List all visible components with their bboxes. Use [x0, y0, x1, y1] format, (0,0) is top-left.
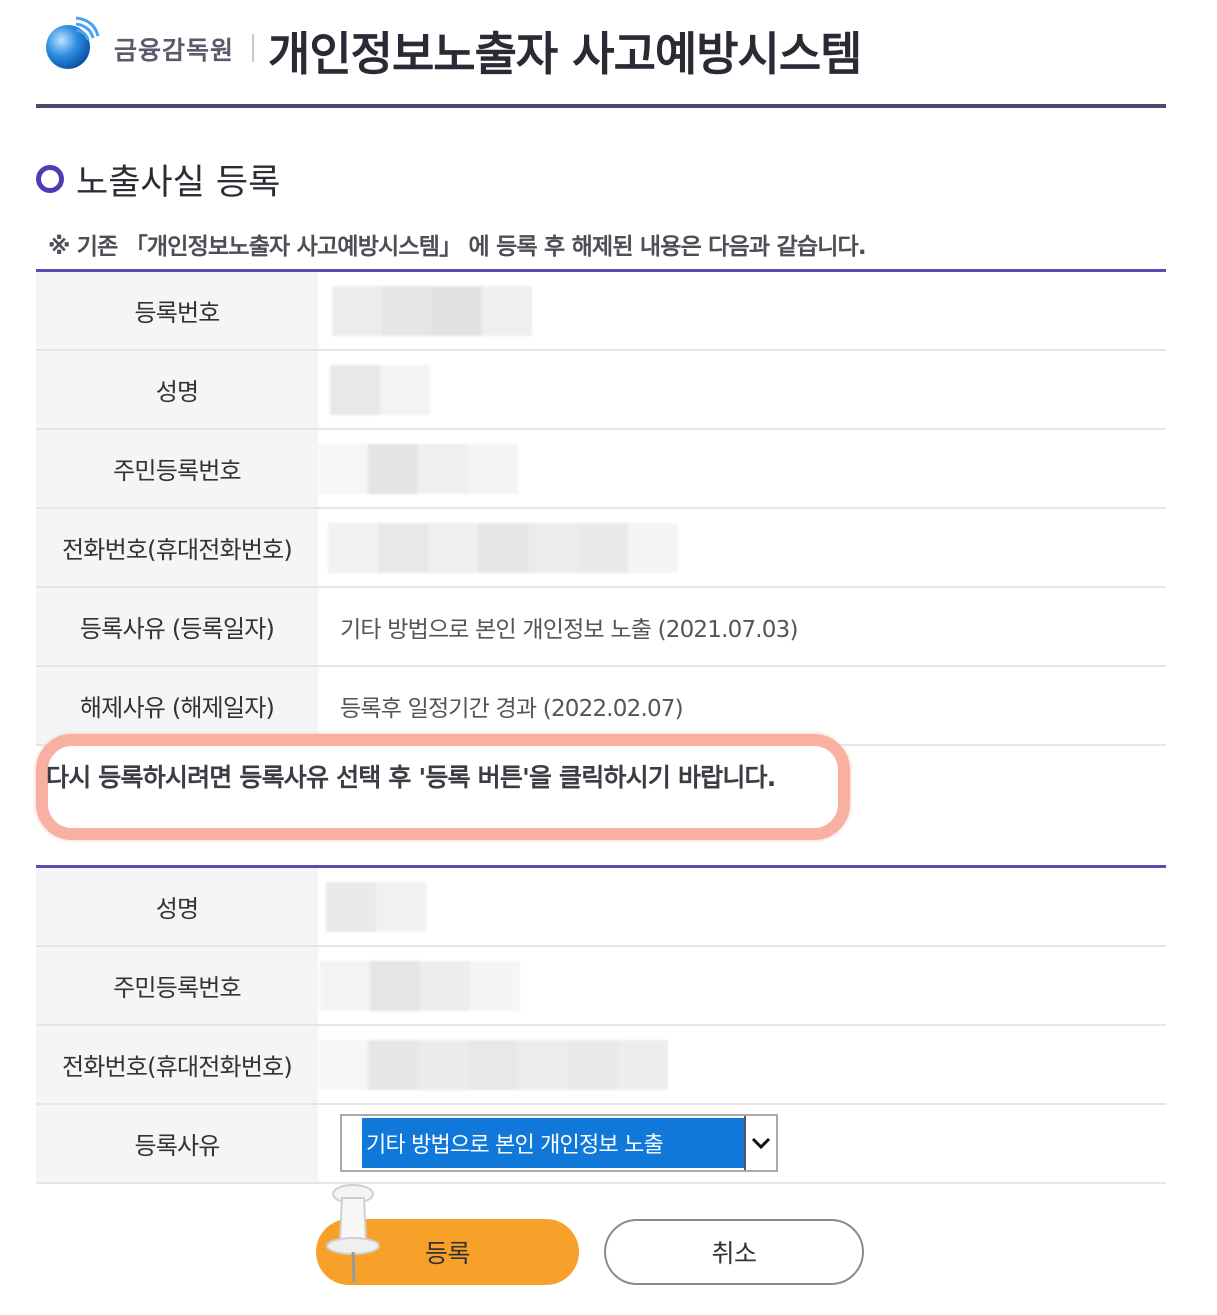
table-row: 성명: [36, 868, 1166, 947]
reg-reason-select[interactable]: 기타 방법으로 본인 개인정보 노출: [340, 1114, 778, 1172]
label-registration-no: 등록번호: [36, 272, 318, 349]
instruction-text: 다시 등록하시려면 등록사유 선택 후 '등록 버튼'을 클릭하시기 바랍니다.: [46, 763, 776, 792]
table-row: 주민등록번호: [36, 947, 1166, 1026]
redacted-block: [318, 1039, 668, 1090]
reg-reason-selected-option[interactable]: 기타 방법으로 본인 개인정보 노출: [362, 1118, 746, 1168]
label-phone: 전화번호(휴대전화번호): [36, 509, 318, 586]
redacted-block: [326, 881, 426, 932]
redacted-block: [320, 960, 520, 1011]
value-name: [318, 351, 1166, 428]
header-divider: [252, 34, 254, 62]
table-row: 등록사유 (등록일자) 기타 방법으로 본인 개인정보 노출 (2021.07.…: [36, 588, 1166, 667]
table-row: 주민등록번호: [36, 430, 1166, 509]
value-resident-no: [318, 430, 1166, 507]
label-release-reason: 해제사유 (해제일자): [36, 667, 318, 744]
value-reg-reason: 기타 방법으로 본인 개인정보 노출 (2021.07.03): [340, 616, 798, 643]
redacted-block: [330, 364, 430, 415]
label-phone: 전화번호(휴대전화번호): [36, 1026, 318, 1103]
table-row: 전화번호(휴대전화번호): [36, 509, 1166, 588]
label-resident-no: 주민등록번호: [36, 947, 318, 1024]
fss-logo-icon: [46, 16, 100, 69]
section-title: 노출사실 등록: [76, 162, 281, 203]
ring-bullet-icon: [36, 165, 64, 193]
redacted-block: [318, 443, 518, 494]
existing-record-table: 등록번호 성명 주민등록번호 전화번호(휴대전화번호) 등록사유 (등록일자) …: [36, 269, 1166, 746]
redacted-block: [328, 522, 678, 573]
label-name: 성명: [36, 868, 318, 945]
table-row: 등록번호: [36, 272, 1166, 351]
notice-text: ※ 기존 「개인정보노출자 사고예방시스템」 에 등록 후 해제된 내용은 다음…: [48, 234, 867, 260]
label-resident-no: 주민등록번호: [36, 430, 318, 507]
value-name: [318, 868, 1166, 945]
section-heading: 노출사실 등록: [36, 157, 280, 203]
value-resident-no: [318, 947, 1166, 1024]
label-name: 성명: [36, 351, 318, 428]
table-row: 전화번호(휴대전화번호): [36, 1026, 1166, 1105]
table-row: 성명: [36, 351, 1166, 430]
org-name: 금융감독원: [114, 36, 235, 65]
value-phone: [318, 509, 1166, 586]
value-phone: [318, 1026, 1166, 1103]
label-reg-reason: 등록사유: [36, 1105, 318, 1182]
cancel-button[interactable]: 취소: [604, 1219, 864, 1285]
page-header: 금융감독원 개인정보노출자 사고예방시스템: [36, 0, 1166, 108]
pushpin-icon: [326, 1184, 380, 1283]
value-release-reason: 등록후 일정기간 경과 (2022.02.07): [340, 695, 684, 722]
chevron-down-icon[interactable]: [744, 1116, 776, 1170]
redacted-block: [332, 285, 532, 336]
label-reg-reason: 등록사유 (등록일자): [36, 588, 318, 665]
value-registration-no: [318, 272, 1166, 349]
system-title: 개인정보노출자 사고예방시스템: [268, 27, 862, 81]
